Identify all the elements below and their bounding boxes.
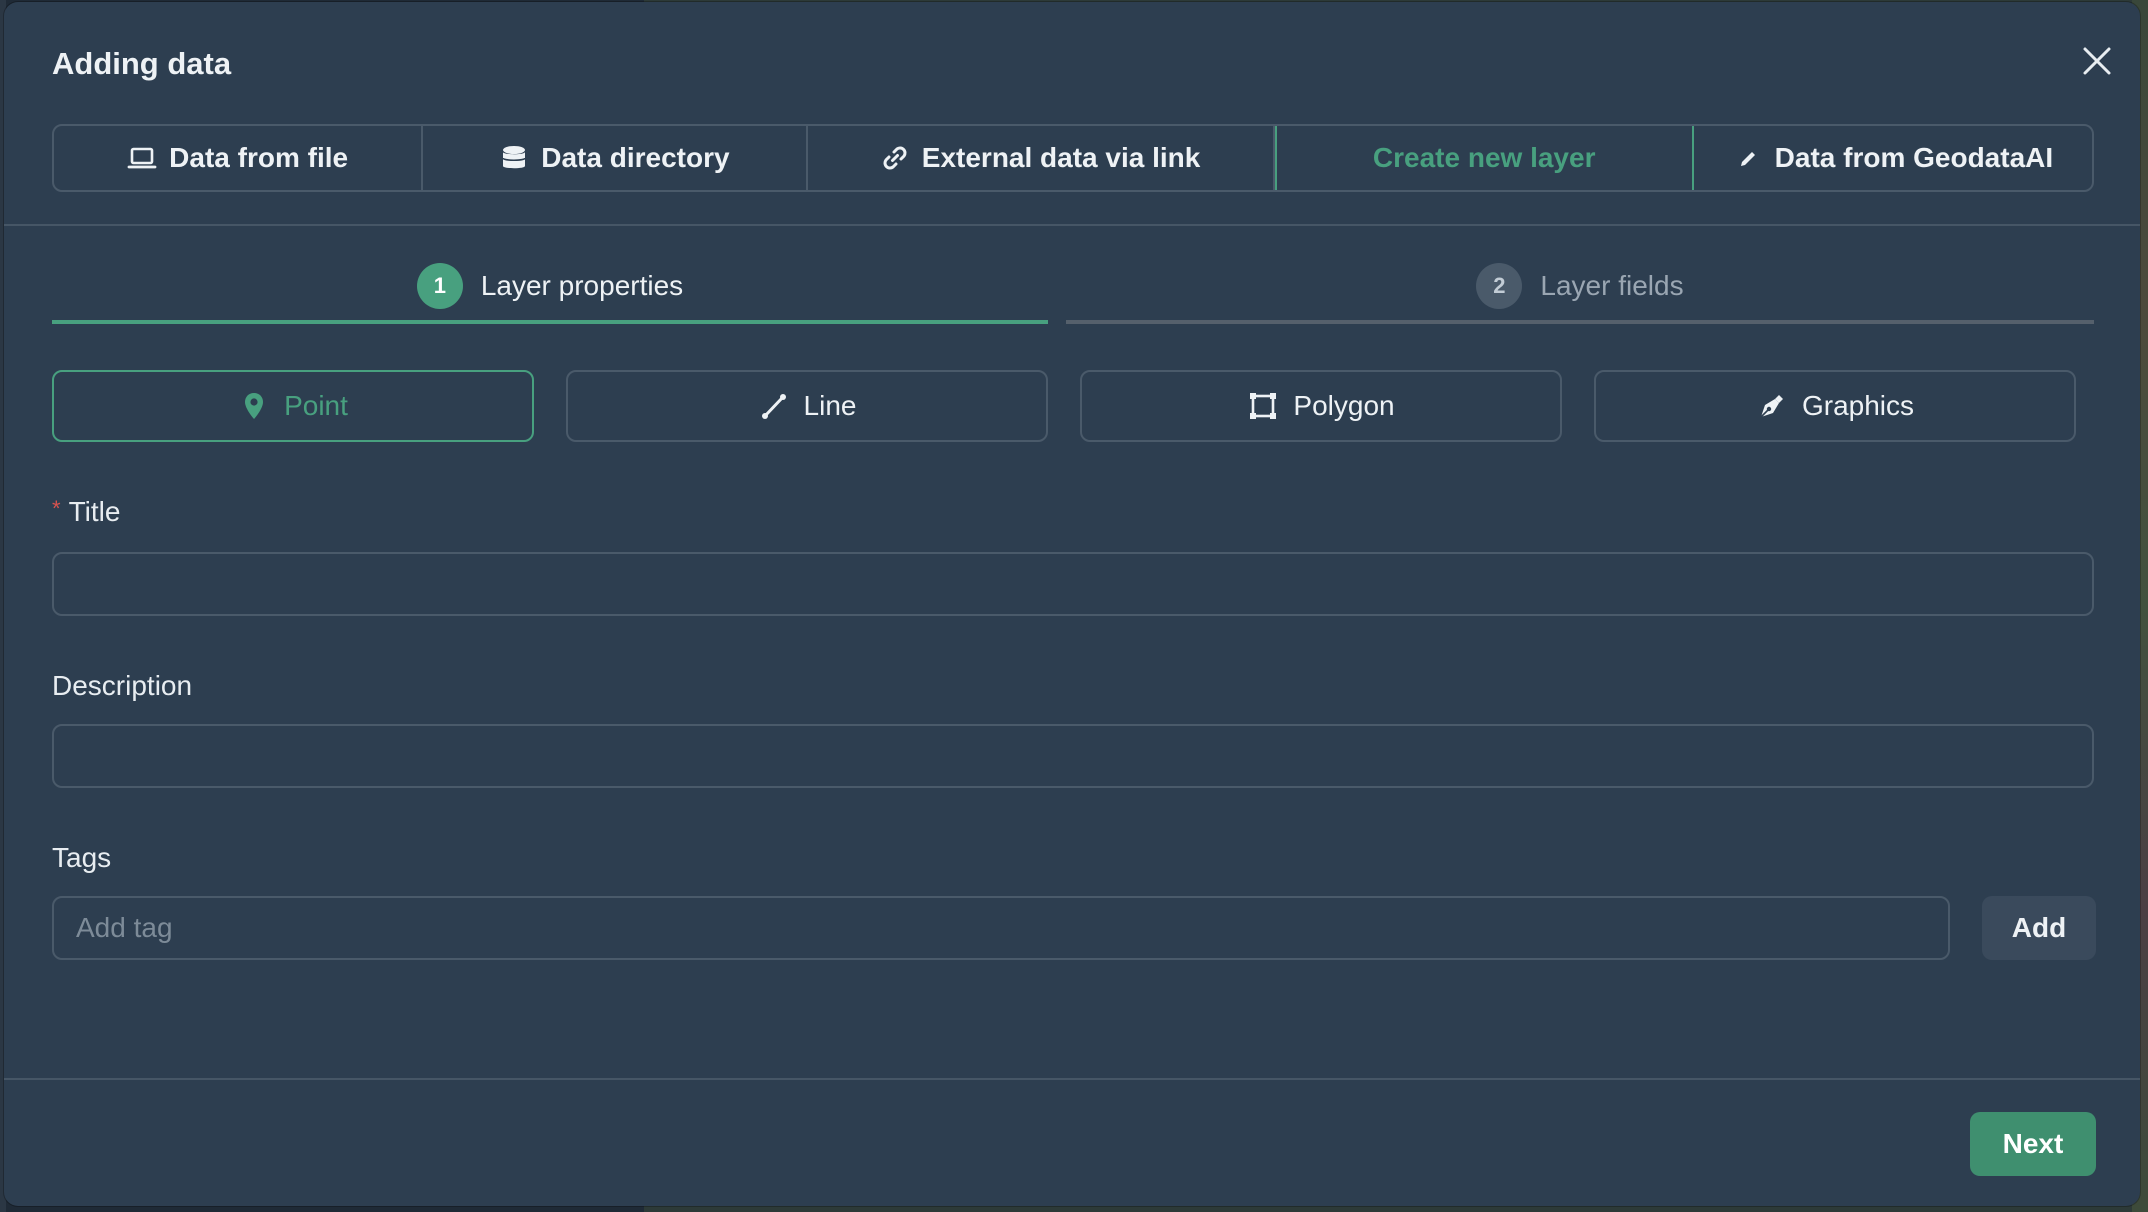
dialog-title: Adding data bbox=[52, 46, 232, 81]
geometry-point-button[interactable]: Point bbox=[52, 370, 534, 442]
pen-nib-icon bbox=[1760, 395, 1783, 418]
required-mark: * bbox=[52, 496, 61, 521]
step-layer-properties[interactable]: 1 Layer properties bbox=[52, 248, 1048, 324]
pencil-icon bbox=[1740, 152, 1755, 166]
geometry-label: Line bbox=[803, 390, 857, 421]
laptop-icon bbox=[127, 147, 157, 169]
tags-label: Tags bbox=[52, 842, 112, 873]
geometry-label: Point bbox=[284, 390, 348, 421]
step-label: Layer fields bbox=[1540, 270, 1684, 301]
geometry-type-selector: Point Line Polygon Graphics bbox=[52, 370, 2094, 446]
wizard-steps: 1 Layer properties 2 Layer fields bbox=[52, 248, 2094, 324]
close-icon bbox=[2083, 47, 2111, 75]
tab-label: Create new layer bbox=[1372, 142, 1596, 173]
tab-label: Data directory bbox=[541, 142, 730, 173]
tab-data-from-geodataai[interactable]: Data from GeodataAI bbox=[1694, 126, 2092, 190]
database-icon bbox=[502, 146, 527, 169]
step-number: 1 bbox=[416, 263, 463, 309]
title-label-text: Title bbox=[68, 496, 121, 527]
tab-label: Data from GeodataAI bbox=[1774, 142, 2054, 173]
tab-label: External data via link bbox=[921, 142, 1201, 173]
tab-external-data-via-link[interactable]: External data via link bbox=[808, 126, 1275, 190]
line-icon bbox=[761, 394, 786, 419]
header-divider bbox=[4, 224, 2140, 226]
next-button[interactable]: Next bbox=[1970, 1112, 2096, 1176]
step-progress-active bbox=[52, 320, 1048, 324]
tab-data-from-file[interactable]: Data from file bbox=[54, 126, 424, 190]
close-button[interactable] bbox=[2080, 44, 2114, 78]
source-tabs: Data from file Data directory External d… bbox=[52, 124, 2094, 192]
tag-input[interactable] bbox=[52, 896, 1950, 960]
tab-create-new-layer[interactable]: Create new layer bbox=[1274, 126, 1694, 190]
link-icon bbox=[883, 146, 907, 170]
geometry-line-button[interactable]: Line bbox=[566, 370, 1048, 442]
adding-data-dialog: Adding data Data from file Data director… bbox=[4, 2, 2140, 1206]
step-label: Layer properties bbox=[480, 270, 684, 301]
title-label: * Title bbox=[52, 496, 120, 528]
geometry-label: Graphics bbox=[1801, 390, 1915, 421]
description-label: Description bbox=[52, 670, 193, 701]
title-input[interactable] bbox=[52, 552, 2094, 616]
geometry-graphics-button[interactable]: Graphics bbox=[1594, 370, 2076, 442]
map-pin-icon bbox=[245, 393, 264, 419]
polygon-icon bbox=[1250, 393, 1277, 419]
geometry-label: Polygon bbox=[1293, 390, 1395, 421]
tab-data-directory[interactable]: Data directory bbox=[423, 126, 808, 190]
footer-divider bbox=[4, 1078, 2140, 1080]
step-number: 2 bbox=[1476, 263, 1523, 309]
description-input[interactable] bbox=[52, 724, 2094, 788]
add-tag-button[interactable]: Add bbox=[1982, 896, 2096, 960]
geometry-polygon-button[interactable]: Polygon bbox=[1080, 370, 1562, 442]
step-progress-inactive bbox=[1066, 320, 2094, 324]
step-layer-fields[interactable]: 2 Layer fields bbox=[1066, 248, 2094, 324]
tab-label: Data from file bbox=[169, 142, 349, 173]
